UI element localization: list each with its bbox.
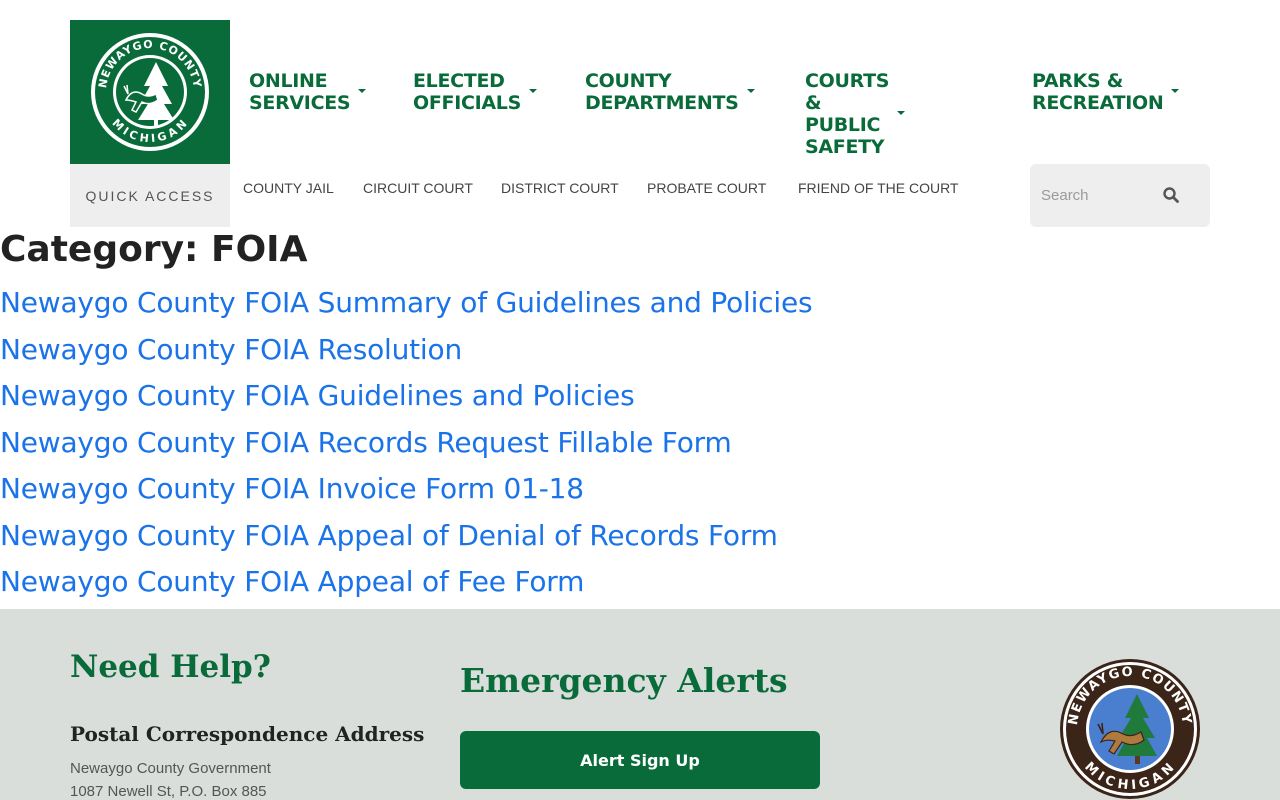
- nav-label: PARKS & RECREATION: [1032, 70, 1164, 114]
- foia-link-summary-guidelines[interactable]: Newaygo County FOIA Summary of Guideline…: [0, 286, 813, 319]
- nav-county-departments[interactable]: COUNTY DEPARTMENTS: [585, 70, 755, 114]
- need-help-heading: Need Help?: [70, 649, 271, 685]
- postal-address-heading: Postal Correspondence Address: [70, 722, 425, 746]
- foia-link-appeal-denial-form[interactable]: Newaygo County FOIA Appeal of Denial of …: [0, 519, 778, 552]
- chevron-down-icon: [746, 89, 755, 93]
- address-line-1: Newaygo County Government: [70, 760, 271, 777]
- nav-elected-officials[interactable]: ELECTED OFFICIALS: [413, 70, 537, 114]
- search-icon[interactable]: [1162, 186, 1180, 204]
- list-item: Newaygo County FOIA Summary of Guideline…: [0, 282, 813, 329]
- site-footer: Need Help? Postal Correspondence Address…: [0, 609, 1280, 800]
- foia-link-invoice-form[interactable]: Newaygo County FOIA Invoice Form 01-18: [0, 472, 584, 505]
- search-box: [1030, 164, 1210, 227]
- page-title: Category: FOIA: [0, 229, 308, 270]
- quick-link-probate-court[interactable]: PROBATE COURT: [647, 180, 766, 196]
- quick-link-circuit-court[interactable]: CIRCUIT COURT: [363, 180, 473, 196]
- chevron-down-icon: [1171, 89, 1180, 93]
- quick-link-district-court[interactable]: DISTRICT COURT: [501, 180, 619, 196]
- foia-link-records-request-form[interactable]: Newaygo County FOIA Records Request Fill…: [0, 426, 732, 459]
- address-line-2: 1087 Newell St, P.O. Box 885: [70, 783, 267, 800]
- foia-document-list: Newaygo County FOIA Summary of Guideline…: [0, 282, 813, 608]
- list-item: Newaygo County FOIA Invoice Form 01-18: [0, 468, 812, 515]
- quick-access-label: QUICK ACCESS: [70, 164, 230, 227]
- emergency-alerts-heading: Emergency Alerts: [460, 661, 788, 700]
- chevron-down-icon: [529, 89, 537, 93]
- foia-link-appeal-fee-form[interactable]: Newaygo County FOIA Appeal of Fee Form: [0, 565, 584, 598]
- nav-label: COURTS & PUBLIC SAFETY: [805, 70, 890, 158]
- list-item: Newaygo County FOIA Records Request Fill…: [0, 422, 812, 469]
- search-input[interactable]: [1041, 187, 1151, 204]
- list-item: Newaygo County FOIA Appeal of Denial of …: [0, 515, 812, 562]
- chevron-down-icon: [358, 89, 367, 93]
- list-item: Newaygo County FOIA Guidelines and Polic…: [0, 375, 812, 422]
- county-logo[interactable]: NEWAYGO COUNTY MICHIGAN: [70, 20, 230, 164]
- chevron-down-icon: [897, 111, 906, 115]
- nav-label: ELECTED OFFICIALS: [413, 70, 521, 114]
- quick-link-friend-of-the-court[interactable]: FRIEND OF THE COURT: [798, 180, 959, 196]
- foia-link-resolution[interactable]: Newaygo County FOIA Resolution: [0, 333, 462, 366]
- list-item: Newaygo County FOIA Resolution: [0, 329, 812, 376]
- quick-link-county-jail[interactable]: COUNTY JAIL: [243, 180, 334, 196]
- nav-parks-recreation[interactable]: PARKS & RECREATION: [1032, 70, 1180, 114]
- nav-courts-public-safety[interactable]: COURTS & PUBLIC SAFETY: [805, 70, 906, 158]
- list-item: Newaygo County FOIA Appeal of Fee Form: [0, 561, 812, 608]
- footer-county-seal-icon[interactable]: NEWAYGO COUNTY MICHIGAN: [1059, 658, 1201, 800]
- foia-link-guidelines-policies[interactable]: Newaygo County FOIA Guidelines and Polic…: [0, 379, 635, 412]
- nav-label: COUNTY DEPARTMENTS: [585, 70, 739, 114]
- alert-sign-up-button[interactable]: Alert Sign Up: [460, 731, 820, 789]
- county-seal-icon: NEWAYGO COUNTY MICHIGAN: [91, 33, 209, 151]
- nav-online-services[interactable]: ONLINE SERVICES: [249, 70, 367, 114]
- nav-label: ONLINE SERVICES: [249, 70, 351, 114]
